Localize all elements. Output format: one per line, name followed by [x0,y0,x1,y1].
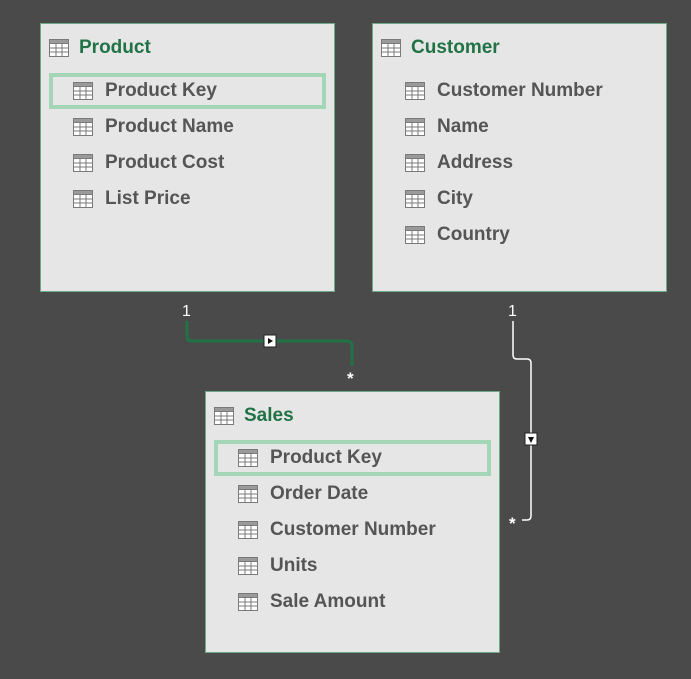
field-label: City [437,188,473,209]
column-icon [73,118,93,136]
column-icon [73,154,93,172]
field-row-customer-number[interactable]: Customer Number [381,73,658,109]
column-icon [238,521,258,539]
field-label: Order Date [270,483,369,504]
field-label: Customer Number [437,80,603,101]
field-row-product-key[interactable]: Product Key [214,440,491,476]
column-icon [405,154,425,172]
field-row-customer-number[interactable]: Customer Number [214,512,491,548]
table-title: Product [79,37,151,58]
table-icon [381,39,401,57]
field-label: Name [437,116,489,137]
relationship-one-label: 1 [508,303,517,320]
table-icon [214,407,234,425]
field-row-product-key[interactable]: Product Key [49,73,326,109]
table-header[interactable]: Product [49,36,151,60]
field-row-address[interactable]: Address [381,145,658,181]
filter-arrow-icon [263,334,277,348]
table-card-product[interactable]: Product Product Key Product Name Product… [40,23,335,292]
column-icon [238,593,258,611]
filter-arrow-icon [524,432,538,446]
table-title: Customer [411,37,500,58]
field-label: Customer Number [270,519,436,540]
column-icon [405,226,425,244]
relationship-customer-sales-line[interactable] [512,321,532,521]
field-label: Product Name [105,116,234,137]
column-icon [405,118,425,136]
field-row-name[interactable]: Name [381,109,658,145]
relationship-many-label: * [509,514,516,533]
field-list: Product Key Order Date Customer Number U… [214,440,491,620]
field-row-product-cost[interactable]: Product Cost [49,145,326,181]
table-title: Sales [244,405,294,426]
field-row-order-date[interactable]: Order Date [214,476,491,512]
field-label: Sale Amount [270,591,386,612]
field-row-list-price[interactable]: List Price [49,181,326,217]
column-icon [73,82,93,100]
column-icon [238,557,258,575]
column-icon [405,190,425,208]
field-row-sale-amount[interactable]: Sale Amount [214,584,491,620]
table-card-sales[interactable]: Sales Product Key Order Date Customer Nu… [205,391,500,653]
field-label: List Price [105,188,191,209]
column-icon [73,190,93,208]
table-icon [49,39,69,57]
column-icon [238,449,258,467]
column-icon [238,485,258,503]
field-list: Customer Number Name Address City Countr… [381,73,658,253]
table-card-customer[interactable]: Customer Customer Number Name Address Ci… [372,23,667,292]
column-icon [405,82,425,100]
relationship-one-label: 1 [182,303,191,320]
relationship-many-label: * [347,369,354,388]
field-label: Product Key [105,80,217,101]
field-label: Address [437,152,514,173]
field-label: Country [437,224,510,245]
table-header[interactable]: Customer [381,36,500,60]
table-header[interactable]: Sales [214,404,294,428]
field-list: Product Key Product Name Product Cost Li… [49,73,326,217]
field-row-units[interactable]: Units [214,548,491,584]
field-row-product-name[interactable]: Product Name [49,109,326,145]
field-label: Units [270,555,318,576]
field-row-city[interactable]: City [381,181,658,217]
field-label: Product Key [270,447,382,468]
field-row-country[interactable]: Country [381,217,658,253]
field-label: Product Cost [105,152,225,173]
